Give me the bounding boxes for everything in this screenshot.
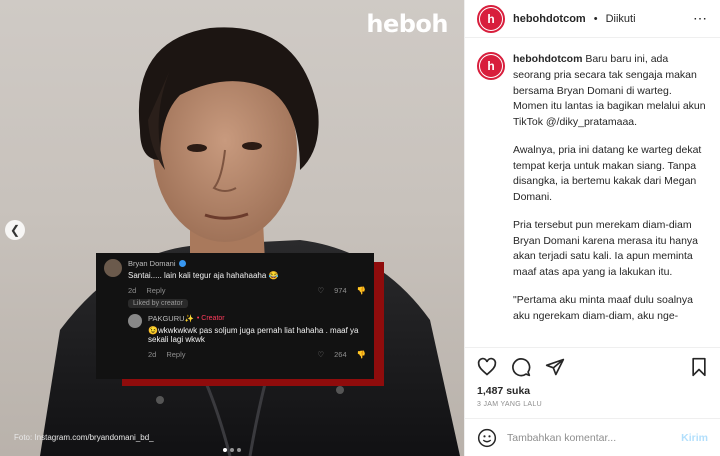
separator: • xyxy=(593,12,598,25)
creator-badge: • Creator xyxy=(196,315,225,322)
comment-reply: Reply xyxy=(146,286,166,295)
photo-credit: Foto: Instagram.com/bryandomani_bd_ xyxy=(14,433,154,442)
heart-icon[interactable] xyxy=(477,357,497,377)
overlay-reply: PAKGURU✨ • Creator 😉wkwkwkwk pas soljum … xyxy=(128,314,366,359)
comment-likes: 264 xyxy=(334,350,347,359)
caption-paragraph: Awalnya, pria ini datang ke warteg dekat… xyxy=(513,143,702,203)
comment-likes: 974 xyxy=(334,286,347,295)
header-username[interactable]: hebohdotcom xyxy=(513,13,586,25)
dislike-icon: 👎 xyxy=(356,286,366,295)
post-actions xyxy=(465,347,720,385)
avatar xyxy=(128,314,142,328)
like-count[interactable]: 1,487 suka xyxy=(465,385,720,397)
heart-icon: ♡ xyxy=(317,350,325,359)
caption-username[interactable]: hebohdotcom xyxy=(513,53,582,65)
caption: hebohdotcom Baru baru ini, ada seorang p… xyxy=(513,52,708,347)
avatar[interactable]: h xyxy=(477,4,505,33)
comment-time: 2d xyxy=(148,350,157,359)
add-comment-bar: Kirim xyxy=(465,418,720,456)
avatar[interactable]: h xyxy=(477,52,505,80)
comment-time: 2d xyxy=(128,286,137,295)
comment-text: Santai..... lain kali tegur aja hahahaah… xyxy=(128,271,279,280)
caption-area: h hebohdotcom Baru baru ini, ada seorang… xyxy=(465,38,720,347)
verified-icon xyxy=(178,260,186,267)
dislike-icon: 👎 xyxy=(356,350,366,359)
caption-paragraph: Pria tersebut pun merekam diam-diam Brya… xyxy=(513,218,699,278)
post-photo xyxy=(40,27,460,456)
post-media[interactable]: heboh ❮ Bryan Domani Santai..... lain ka… xyxy=(0,0,464,456)
emoji-icon[interactable] xyxy=(477,428,497,448)
comment-input[interactable] xyxy=(507,431,672,444)
chevron-left-icon: ❮ xyxy=(9,223,21,237)
follow-status-button[interactable]: Diikuti xyxy=(606,13,636,25)
carousel-dot xyxy=(223,448,227,452)
post-sidebar: h hebohdotcom • Diikuti ⋯ h hebohdotcom … xyxy=(464,0,720,456)
brand-logo: h xyxy=(480,55,502,77)
post-header: h hebohdotcom • Diikuti ⋯ xyxy=(465,0,720,38)
overlay-comment: Bryan Domani Santai..... lain kali tegur… xyxy=(104,259,366,308)
send-button[interactable]: Kirim xyxy=(681,432,708,444)
brand-logo: h xyxy=(480,7,502,30)
comment-username: Bryan Domani xyxy=(128,259,176,268)
heart-icon: ♡ xyxy=(317,286,325,295)
comment-reply: Reply xyxy=(166,350,186,359)
comment-text: 😉wkwkwkwk pas soljum juga pernah liat ha… xyxy=(148,326,359,344)
liked-by-creator-badge: Liked by creator xyxy=(128,299,188,308)
carousel-prev-button[interactable]: ❮ xyxy=(5,220,25,240)
bookmark-icon[interactable] xyxy=(690,357,708,377)
share-icon[interactable] xyxy=(545,357,565,377)
avatar xyxy=(104,259,122,277)
comment-username: PAKGURU✨ xyxy=(148,314,194,323)
carousel-dot xyxy=(237,448,241,452)
carousel-dot xyxy=(230,448,234,452)
comment-icon[interactable] xyxy=(511,357,531,377)
post-timestamp[interactable]: 3 JAM YANG LALU xyxy=(465,397,720,418)
more-options-icon[interactable]: ⋯ xyxy=(693,10,708,27)
tiktok-comments-overlay: Bryan Domani Santai..... lain kali tegur… xyxy=(96,253,374,379)
caption-paragraph: "Pertama aku minta maaf dulu soalnya aku… xyxy=(513,293,693,322)
carousel-indicator xyxy=(223,448,241,452)
heboh-watermark: heboh xyxy=(366,10,448,38)
